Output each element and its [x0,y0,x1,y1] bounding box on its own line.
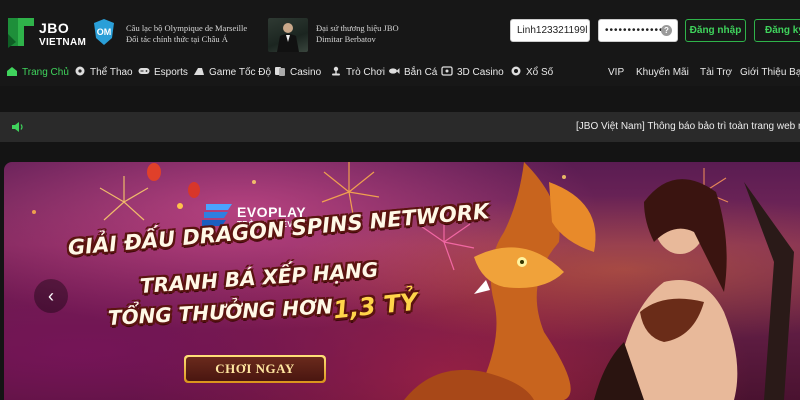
nav-item-3d-casino[interactable]: 3D Casino [441,60,504,86]
speaker-icon [12,122,23,132]
nav-item-sponsorship[interactable]: Tài Trợ [700,60,732,86]
club-partner-line2: Đối tác chính thức tại Châu Á [126,34,228,44]
jbo-logo[interactable]: JBO VIETNAM [6,16,86,52]
login-button[interactable]: Đăng nhập [685,19,746,42]
olympique-marseille-logo: OM [94,19,114,45]
logo-text-vietnam: VIETNAM [39,37,87,48]
nav-item-referral[interactable]: Giới Thiệu Bạn [740,60,800,86]
nav-item-esports[interactable]: Esports [138,60,188,86]
page: JBO VIETNAM OM Câu lạc bộ Olympique de M… [0,0,800,400]
ambassador-line1: Đại sứ thương hiệu JBO [316,23,399,33]
jbo-logo-icon [8,18,34,48]
nav-item-games[interactable]: Trò Chơi [330,60,385,86]
nav-label: Casino [290,67,322,78]
nav-item-fishing[interactable]: Bắn Cá [388,60,437,86]
banner-prev-arrow[interactable]: ‹ [34,279,68,313]
nav-item-speed-game[interactable]: Game Tốc Độ [193,60,271,86]
banner-artwork [32,162,794,400]
club-partner-text: Câu lạc bộ Olympique de Marseille Đối tá… [126,23,247,45]
nav-item-sports[interactable]: Thể Thao [74,60,133,86]
play-now-label: CHƠI NGAY [186,357,324,381]
header: JBO VIETNAM OM Câu lạc bộ Olympique de M… [0,0,800,60]
warrior-woman-illustration [594,179,794,400]
dragon-illustration [404,162,596,400]
nav-item-home[interactable]: Trang Chủ [6,60,69,86]
nav-item-promotions[interactable]: Khuyến Mãi [636,60,689,86]
joystick-icon [332,66,340,76]
nav-label: Trò Chơi [346,67,385,78]
home-icon [7,67,17,76]
speed-game-icon [194,68,204,75]
lottery-icon [511,66,521,76]
promo-banner[interactable]: ‹ [4,162,800,400]
ambassador-photo [268,18,308,52]
nav-item-vip[interactable]: VIP [608,60,624,86]
club-partner-line1: Câu lạc bộ Olympique de Marseille [126,23,248,33]
3d-casino-icon [441,66,453,76]
announcement-text: [JBO Việt Nam] Thông báo bảo trì toàn tr… [576,121,800,132]
cards-icon [275,67,285,76]
announcement-bar[interactable]: [JBO Việt Nam] Thông báo bảo trì toàn tr… [0,112,800,142]
username-input[interactable]: Linh123321199l [510,19,590,42]
ambassador-text: Đại sứ thương hiệu JBO Dimitar Berbatov [316,23,399,45]
gamepad-icon [138,68,150,74]
nav-item-casino[interactable]: Casino [274,60,321,86]
nav-label: Esports [154,67,188,78]
nav-item-lottery[interactable]: Xổ Số [510,60,553,86]
ambassador-line2: Dimitar Berbatov [316,34,376,44]
password-help-icon[interactable]: ? [661,25,672,36]
ambassador-figure [277,23,299,52]
nav-label: Game Tốc Độ [209,67,272,78]
svg-text:OM: OM [97,27,112,37]
register-button[interactable]: Đăng ký [754,19,800,42]
nav-label: Trang Chủ [22,67,69,78]
nav-label: Bắn Cá [404,67,438,78]
main-nav: Trang Chủ Thể Thao Esports Game Tốc Độ C… [0,60,800,86]
soccer-ball-icon [75,66,85,76]
lanterns [147,163,200,209]
nav-label: Xổ Số [526,67,554,78]
logo-text-jbo: JBO [39,20,70,36]
nav-label: Thể Thao [90,67,133,78]
nav-label: 3D Casino [457,67,504,78]
play-now-button[interactable]: CHƠI NGAY [184,355,326,383]
fish-icon [389,68,400,74]
